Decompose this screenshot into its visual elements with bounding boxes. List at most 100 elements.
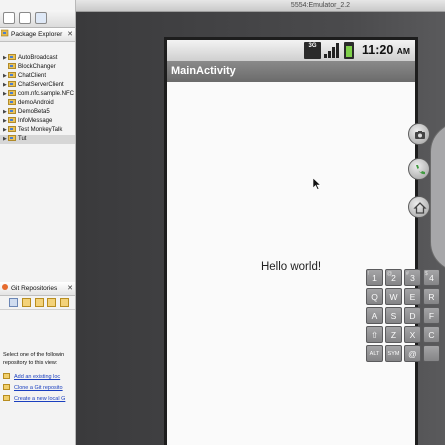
keyboard-key[interactable]: 3 # <box>404 269 421 286</box>
keyboard-key[interactable]: SYM <box>385 345 402 362</box>
battery-icon <box>344 42 354 59</box>
create-repo-link[interactable]: Create a new local G <box>3 395 65 403</box>
add-existing-repo-link[interactable]: Add an existing loc <box>3 373 60 381</box>
package-item[interactable]: BlockChanger <box>0 63 75 72</box>
camera-icon <box>415 131 425 139</box>
app-title-bar: MainActivity <box>167 61 415 82</box>
keyboard-key[interactable]: ALT <box>366 345 383 362</box>
home-button[interactable] <box>408 196 430 218</box>
create-repository-icon[interactable] <box>60 298 69 307</box>
close-icon[interactable]: ✕ <box>67 28 73 41</box>
camera-button[interactable] <box>408 123 430 145</box>
package-item-label: com.nfc.sample.NFC <box>18 91 75 97</box>
keyboard-key[interactable]: 2 @ <box>385 269 402 286</box>
link-icon[interactable] <box>22 298 31 307</box>
package-item[interactable]: ▶ ChatClient <box>0 72 75 81</box>
time-value: 11:20 <box>362 43 394 57</box>
keyboard-key[interactable]: Z <box>385 326 402 343</box>
clone-repository-icon <box>3 384 10 390</box>
link-label: Create a new local G <box>14 396 66 402</box>
package-item[interactable]: ▶ InfoMessage <box>0 117 75 126</box>
add-repository-icon <box>3 373 10 379</box>
keyboard-key[interactable]: ⇧ <box>366 326 383 343</box>
git-message-line: Select one of the followin <box>3 352 65 358</box>
package-item[interactable]: ▶ AutoBroadcast <box>0 54 75 63</box>
collapse-icon[interactable] <box>9 298 18 307</box>
android-project-icon <box>8 126 16 132</box>
status-bar: 3G 11:20 AM <box>167 40 415 61</box>
package-item[interactable]: ▶ com.nfc.sample.NFC <box>0 90 75 99</box>
package-item-label: AutoBroadcast <box>18 55 58 61</box>
toolbar-dropdown-icon[interactable] <box>35 12 47 24</box>
package-item-label: demoAndroid <box>18 100 54 106</box>
link-label: Clone a Git reposito <box>14 385 63 391</box>
mouse-cursor-icon <box>313 178 321 190</box>
android-project-icon <box>8 99 16 105</box>
key-symbol: @ <box>387 271 393 277</box>
keyboard-key[interactable]: 4 $ <box>423 269 440 286</box>
key-label: W <box>389 292 398 302</box>
new-icon[interactable] <box>3 12 15 24</box>
key-symbol: # <box>406 271 409 277</box>
key-label: X <box>409 330 416 340</box>
package-explorer-header[interactable]: Package Explorer ✕ <box>0 28 75 42</box>
close-icon[interactable]: ✕ <box>67 282 73 295</box>
signal-icon <box>324 43 340 58</box>
keyboard-key[interactable]: 1! <box>366 269 383 286</box>
key-symbol: $ <box>425 271 428 277</box>
package-item[interactable]: ▶ DemoBeta5 <box>0 108 75 117</box>
keyboard-key[interactable]: A <box>366 307 383 324</box>
keyboard-key[interactable]: @ <box>404 345 421 362</box>
call-button[interactable] <box>408 158 430 180</box>
keyboard-key[interactable]: S <box>385 307 402 324</box>
network-3g-icon: 3G <box>304 42 321 59</box>
android-project-icon <box>8 72 16 78</box>
open-type-icon[interactable] <box>19 12 31 24</box>
clone-repo-link[interactable]: Clone a Git reposito <box>3 384 63 392</box>
android-project-icon <box>8 63 16 69</box>
keyboard-key[interactable]: W <box>385 288 402 305</box>
clone-repository-icon[interactable] <box>47 298 56 307</box>
status-time: 11:20 AM <box>362 40 410 62</box>
keyboard-key[interactable]: Q <box>366 288 383 305</box>
time-ampm: AM <box>396 46 410 56</box>
link-label: Add an existing loc <box>14 374 61 380</box>
git-toolbar <box>0 296 75 310</box>
key-label: SYM <box>387 351 400 357</box>
key-label: R <box>428 292 435 302</box>
package-item-label: Tut <box>18 136 27 142</box>
emulator-title: 5554:Emulator_2.2 <box>76 0 445 12</box>
dpad[interactable] <box>430 122 445 272</box>
keyboard-key[interactable] <box>423 345 440 362</box>
git-repositories-title: Git Repositories <box>11 285 58 292</box>
key-label: C <box>428 330 435 340</box>
keyboard-key[interactable]: D <box>404 307 421 324</box>
git-repositories-header[interactable]: Git Repositories ✕ <box>0 282 75 296</box>
key-label: 3 <box>410 273 415 283</box>
package-item[interactable]: ▶ ChatServerClient <box>0 81 75 90</box>
keyboard-key[interactable]: X <box>404 326 421 343</box>
key-label: S <box>390 311 397 321</box>
keyboard-key[interactable]: C <box>423 326 440 343</box>
phone-screen[interactable]: 3G 11:20 AM MainActivity Hello world! <box>164 37 418 445</box>
package-item-label: ChatClient <box>18 73 47 79</box>
create-repository-icon <box>3 395 10 401</box>
android-project-icon <box>8 117 16 123</box>
key-label: Q <box>371 292 378 302</box>
package-item-label: DemoBeta5 <box>18 109 50 115</box>
keyboard-key[interactable]: R <box>423 288 440 305</box>
android-project-icon <box>8 135 16 141</box>
key-label: 1 <box>372 273 377 283</box>
package-item[interactable]: ▶ Tut <box>0 135 75 144</box>
eclipse-toolbar <box>0 10 75 28</box>
add-repository-icon[interactable] <box>35 298 44 307</box>
key-label: D <box>409 311 416 321</box>
emulator-window: 5554:Emulator_2.2 3G 11:20 AM MainActivi… <box>76 0 445 445</box>
key-label: A <box>371 311 378 321</box>
keyboard-key[interactable]: E <box>404 288 421 305</box>
keyboard-key[interactable]: F <box>423 307 440 324</box>
desktop: Package Explorer ✕ ▶ AutoBroadcast BlockCh… <box>0 0 445 445</box>
git-message-line: repository to this view: <box>3 359 58 366</box>
package-item[interactable]: demoAndroid <box>0 99 75 108</box>
package-item[interactable]: ▶ Test MonkeyTalk <box>0 126 75 135</box>
